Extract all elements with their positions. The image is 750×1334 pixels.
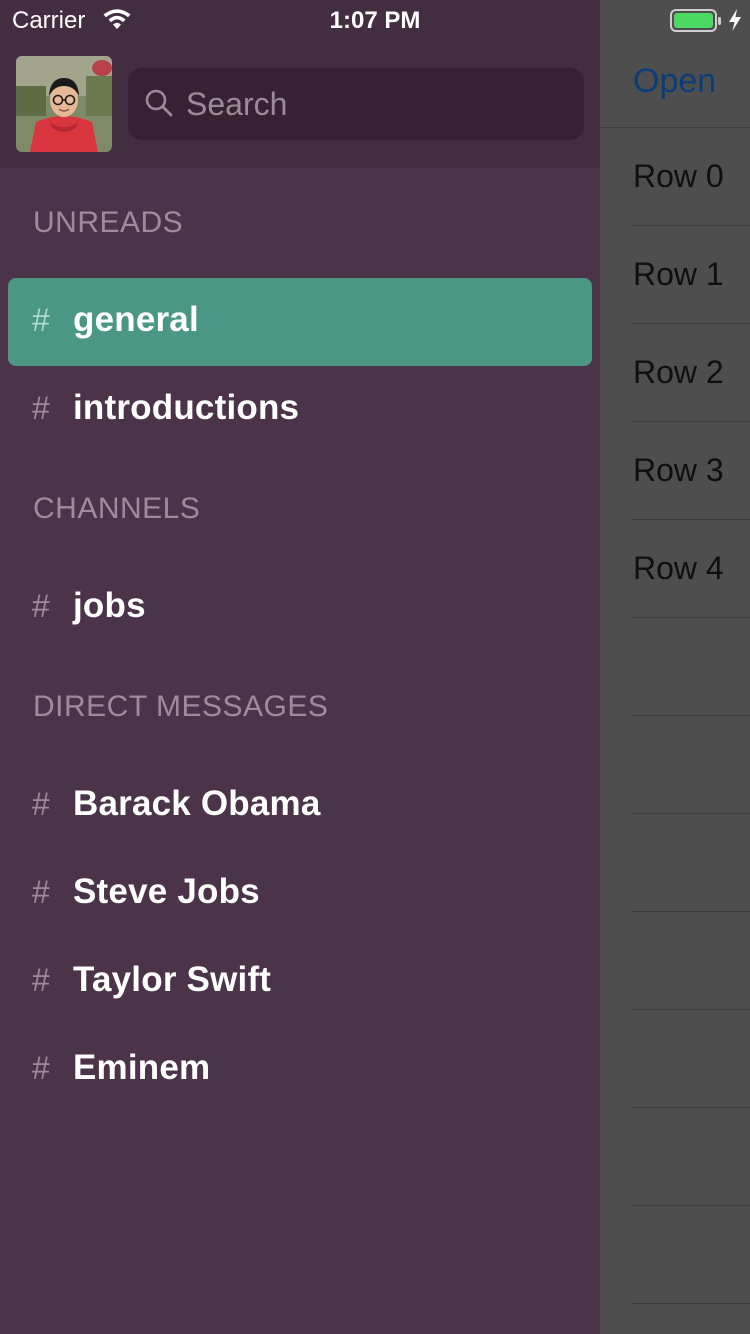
section-header-channels: CHANNELS [33, 492, 201, 525]
dm-item-eminem[interactable]: # Eminem [8, 1026, 592, 1114]
avatar-photo [16, 56, 112, 152]
channel-item-introductions[interactable]: # introductions [8, 366, 592, 454]
charging-bolt-icon [728, 9, 742, 38]
clock-label: 1:07 PM [329, 7, 421, 34]
row-label: Row 2 [633, 354, 724, 390]
table-row[interactable]: Row 1 [632, 226, 750, 324]
dm-label: Steve Jobs [73, 872, 260, 911]
hash-icon: # [32, 302, 50, 338]
row-label: Row 0 [633, 158, 724, 194]
dm-item-taylor-swift[interactable]: # Taylor Swift [8, 938, 592, 1026]
dm-item-steve-jobs[interactable]: # Steve Jobs [8, 850, 592, 938]
table-row[interactable] [632, 1206, 750, 1304]
hash-icon: # [32, 962, 50, 998]
channel-label: jobs [73, 586, 146, 625]
dm-label: Taylor Swift [73, 960, 272, 999]
table-row[interactable]: Row 4 [632, 520, 750, 618]
row-label: Row 4 [633, 550, 724, 586]
table-row[interactable] [632, 716, 750, 814]
hash-icon: # [32, 786, 50, 822]
table-row[interactable] [632, 618, 750, 716]
dm-item-barack-obama[interactable]: # Barack Obama [8, 762, 592, 850]
hash-icon: # [32, 1050, 50, 1086]
avatar[interactable] [16, 56, 112, 152]
battery-icon [670, 9, 722, 40]
section-header-direct-messages: DIRECT MESSAGES [33, 690, 329, 723]
table-row[interactable]: Row 3 [632, 422, 750, 520]
channel-label: introductions [73, 388, 300, 427]
channel-item-jobs[interactable]: # jobs [8, 564, 592, 652]
screen: Open Row 0 Row 1 Row 2 Row 3 Row 4 Searc… [0, 0, 750, 1334]
table-row[interactable] [632, 1010, 750, 1108]
table-row[interactable] [632, 814, 750, 912]
status-bar: Carrier 1:07 PM [0, 0, 750, 40]
section-header-unreads: UNREADS [33, 206, 184, 239]
channel-label: general [73, 300, 199, 339]
hash-icon: # [32, 588, 50, 624]
search-bar[interactable] [128, 68, 584, 140]
content-table: Row 0 Row 1 Row 2 Row 3 Row 4 [600, 128, 750, 1304]
row-label: Row 3 [633, 452, 724, 488]
row-label: Row 1 [633, 256, 724, 292]
channel-item-general[interactable]: # general [8, 278, 592, 366]
dm-label: Barack Obama [73, 784, 321, 823]
hash-icon: # [32, 874, 50, 910]
hash-icon: # [32, 390, 50, 426]
dm-label: Eminem [73, 1048, 211, 1087]
table-row[interactable]: Row 2 [632, 324, 750, 422]
table-row[interactable]: Row 0 [632, 128, 750, 226]
table-row[interactable] [632, 1108, 750, 1206]
table-row[interactable] [632, 912, 750, 1010]
search-input[interactable] [186, 68, 566, 140]
open-button[interactable]: Open [633, 62, 716, 101]
side-drawer: UNREADS # general # introductions CHANNE… [0, 0, 600, 1334]
search-icon [144, 88, 174, 118]
